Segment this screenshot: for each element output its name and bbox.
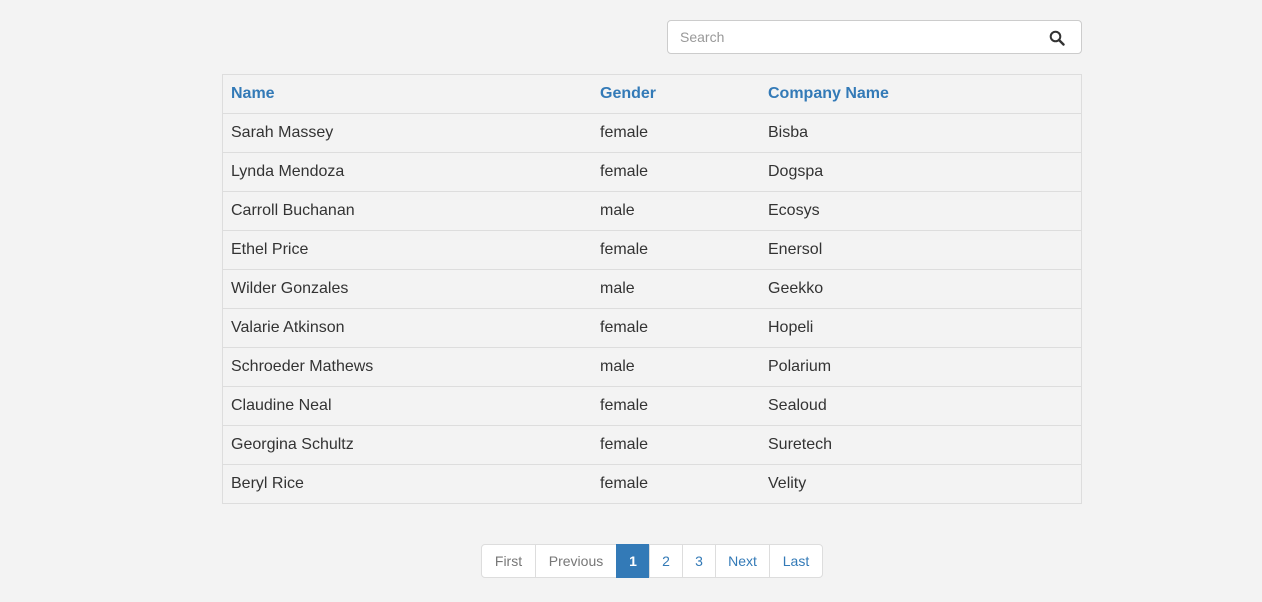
table-row: Wilder Gonzales male Geekko: [223, 269, 1081, 309]
table-row: Beryl Rice female Velity: [223, 464, 1081, 503]
cell-company: Ecosys: [760, 191, 1081, 231]
table-row: Georgina Schultz female Suretech: [223, 425, 1081, 465]
cell-company: Suretech: [760, 425, 1081, 465]
cell-name: Beryl Rice: [223, 464, 592, 503]
cell-company: Enersol: [760, 230, 1081, 270]
cell-company: Hopeli: [760, 308, 1081, 348]
cell-name: Carroll Buchanan: [223, 191, 592, 231]
cell-gender: female: [592, 308, 760, 348]
next-page-button[interactable]: Next: [715, 544, 770, 578]
cell-company: Sealoud: [760, 386, 1081, 426]
cell-gender: female: [592, 152, 760, 192]
search-input[interactable]: [668, 21, 1028, 53]
cell-gender: male: [592, 347, 760, 387]
cell-company: Dogspa: [760, 152, 1081, 192]
cell-name: Lynda Mendoza: [223, 152, 592, 192]
previous-page-button[interactable]: Previous: [535, 544, 617, 578]
table-row: Claudine Neal female Sealoud: [223, 386, 1081, 426]
table-row: Ethel Price female Enersol: [223, 230, 1081, 270]
cell-name: Sarah Massey: [223, 113, 592, 153]
cell-name: Claudine Neal: [223, 386, 592, 426]
cell-gender: male: [592, 269, 760, 309]
cell-company: Bisba: [760, 113, 1081, 153]
table-row: Valarie Atkinson female Hopeli: [223, 308, 1081, 348]
data-table: Name Gender Company Name Sarah Massey fe…: [222, 74, 1082, 504]
table-row: Sarah Massey female Bisba: [223, 113, 1081, 153]
cell-company: Polarium: [760, 347, 1081, 387]
page-button-3[interactable]: 3: [682, 544, 716, 578]
page-button-2[interactable]: 2: [649, 544, 683, 578]
cell-name: Wilder Gonzales: [223, 269, 592, 309]
first-page-button[interactable]: First: [481, 544, 536, 578]
table-row: Lynda Mendoza female Dogspa: [223, 152, 1081, 192]
cell-gender: male: [592, 191, 760, 231]
cell-name: Schroeder Mathews: [223, 347, 592, 387]
table-row: Schroeder Mathews male Polarium: [223, 347, 1081, 387]
pagination: First Previous 1 2 3 Next Last: [481, 544, 823, 578]
last-page-button[interactable]: Last: [769, 544, 823, 578]
cell-gender: female: [592, 113, 760, 153]
cell-company: Geekko: [760, 269, 1081, 309]
search-icon[interactable]: [1049, 30, 1065, 46]
table-header-row: Name Gender Company Name: [223, 75, 1081, 114]
cell-gender: female: [592, 425, 760, 465]
table-row: Carroll Buchanan male Ecosys: [223, 191, 1081, 231]
column-header-name[interactable]: Name: [223, 75, 592, 114]
cell-gender: female: [592, 386, 760, 426]
cell-name: Georgina Schultz: [223, 425, 592, 465]
cell-name: Valarie Atkinson: [223, 308, 592, 348]
cell-gender: female: [592, 464, 760, 503]
cell-name: Ethel Price: [223, 230, 592, 270]
column-header-company-name[interactable]: Company Name: [760, 75, 1081, 114]
page-button-1[interactable]: 1: [616, 544, 650, 578]
cell-gender: female: [592, 230, 760, 270]
search-box[interactable]: [667, 20, 1082, 54]
cell-company: Velity: [760, 464, 1081, 503]
column-header-gender[interactable]: Gender: [592, 75, 760, 114]
